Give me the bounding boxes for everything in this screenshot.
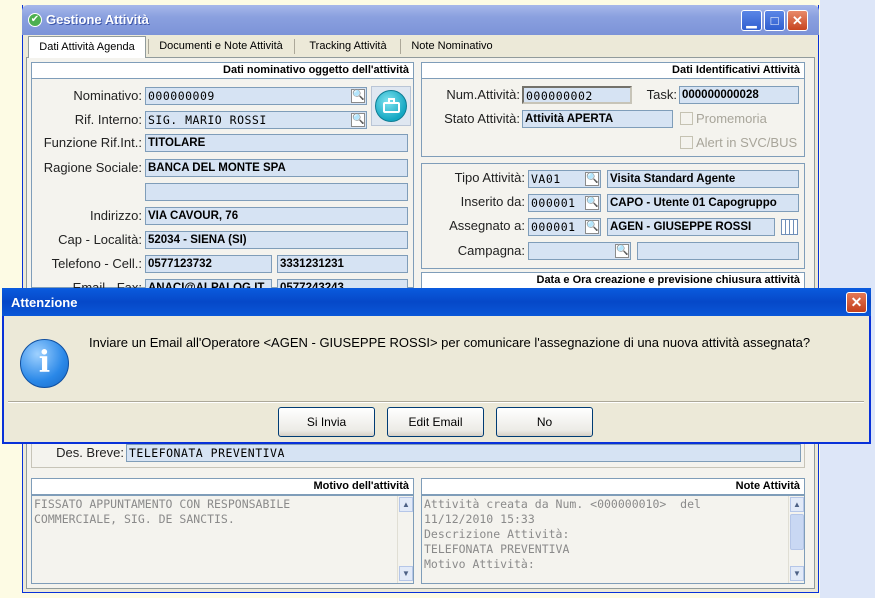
calendar-grid-icon[interactable] (781, 219, 798, 235)
assegnato-a-desc-field[interactable]: AGEN - GIUSEPPE ROSSI (607, 218, 775, 236)
note-header: Note Attività (422, 479, 804, 495)
nominativo-header: Dati nominativo oggetto dell'attività (32, 63, 413, 79)
info-icon: i (20, 339, 69, 388)
window-titlebar[interactable]: ✔ Gestione Attività ▁ □ ✕ (22, 5, 819, 35)
briefcase-icon (375, 90, 407, 122)
inserito-da-search-icon[interactable]: 🔍 (585, 196, 599, 210)
telefono-label: Telefono - Cell.: (51, 256, 142, 271)
note-textarea[interactable]: Attività creata da Num. <000000010> del … (421, 495, 805, 584)
dialog-message: Inviare un Email all'Operatore <AGEN - G… (89, 335, 811, 350)
dialog-separator (8, 401, 864, 403)
funzione-field[interactable]: TITOLARE (145, 134, 408, 152)
promemoria-checkbox[interactable] (680, 112, 693, 125)
note-scroll-up-icon[interactable]: ▲ (790, 497, 804, 512)
stato-attivita-label: Stato Attività: (444, 111, 520, 126)
tab-dati-attivita-agenda[interactable]: Dati Attività Agenda (28, 36, 146, 58)
funzione-label: Funzione Rif.Int.: (43, 135, 142, 150)
tab-tracking[interactable]: Tracking Attività (298, 36, 398, 58)
motivo-scroll-up-icon[interactable]: ▲ (399, 497, 413, 512)
motivo-header: Motivo dell'attività (32, 479, 413, 495)
stato-attivita-field[interactable]: Attività APERTA (522, 110, 673, 128)
ragione-sociale-field-2[interactable] (145, 183, 408, 201)
campagna-desc-field[interactable] (637, 242, 799, 260)
ragione-sociale-field[interactable]: BANCA DEL MONTE SPA (145, 159, 408, 177)
window-title: Gestione Attività (46, 12, 149, 27)
num-attivita-field[interactable]: 000000002 (522, 86, 632, 104)
app-icon: ✔ (28, 13, 42, 27)
motivo-textarea[interactable]: FISSATO APPUNTAMENTO CON RESPONSABILE CO… (31, 495, 414, 584)
note-scroll-down-icon[interactable]: ▼ (790, 566, 804, 581)
task-label: Task: (646, 87, 677, 102)
des-breve-field[interactable]: TELEFONATA PREVENTIVA (126, 444, 801, 462)
rif-interno-label: Rif. Interno: (74, 112, 142, 127)
num-attivita-label: Num.Attività: (446, 87, 520, 102)
close-button[interactable]: ✕ (787, 10, 808, 31)
rif-interno-search-icon[interactable]: 🔍 (351, 113, 365, 127)
nominativo-field[interactable]: 000000009 (145, 87, 367, 105)
dialog-title: Attenzione (11, 295, 78, 310)
cap-localita-field[interactable]: 52034 - SIENA (SI) (145, 231, 408, 249)
no-button[interactable]: No (496, 407, 593, 437)
motivo-scrollbar[interactable]: ▲ ▼ (397, 496, 413, 583)
edit-email-button[interactable]: Edit Email (387, 407, 484, 437)
si-invia-button[interactable]: Si Invia (278, 407, 375, 437)
data-ora-header: Data e Ora creazione e previsione chiusu… (422, 273, 804, 289)
minimize-button[interactable]: ▁ (741, 10, 762, 31)
motivo-scroll-down-icon[interactable]: ▼ (399, 566, 413, 581)
dialog-close-button[interactable]: ✕ (846, 292, 867, 313)
assegnato-a-label: Assegnato a: (449, 218, 525, 233)
alert-checkbox[interactable] (680, 136, 693, 149)
tipo-attivita-desc-field[interactable]: Visita Standard Agente (607, 170, 799, 188)
nominativo-search-icon[interactable]: 🔍 (351, 89, 365, 103)
campagna-label: Campagna: (457, 243, 525, 258)
briefcase-button[interactable] (371, 86, 411, 126)
tab-documenti-note[interactable]: Documenti e Note Attività (152, 36, 290, 58)
ragione-sociale-label: Ragione Sociale: (43, 160, 142, 175)
note-scrollbar[interactable]: ▲ ▼ (788, 496, 804, 583)
indirizzo-label: Indirizzo: (89, 208, 142, 223)
inserito-da-desc-field[interactable]: CAPO - Utente 01 Capogruppo (607, 194, 799, 212)
tab-note-nominativo[interactable]: Note Nominativo (404, 36, 500, 58)
alert-label: Alert in SVC/BUS (696, 135, 798, 150)
nominativo-label: Nominativo: (73, 88, 142, 103)
cap-localita-label: Cap - Località: (58, 232, 142, 247)
promemoria-label: Promemoria (696, 111, 767, 126)
note-scroll-thumb[interactable] (790, 514, 804, 550)
cellulare-field[interactable]: 3331231231 (277, 255, 408, 273)
indirizzo-field[interactable]: VIA CAVOUR, 76 (145, 207, 408, 225)
des-breve-label: Des. Breve: (56, 445, 124, 460)
tab-bar: Dati Attività Agenda Documenti e Note At… (26, 36, 815, 58)
maximize-button[interactable]: □ (764, 10, 785, 31)
tipo-attivita-label: Tipo Attività: (454, 170, 525, 185)
tipo-attivita-search-icon[interactable]: 🔍 (585, 172, 599, 186)
task-field[interactable]: 000000000028 (679, 86, 799, 104)
campagna-search-icon[interactable]: 🔍 (615, 244, 629, 258)
rif-interno-field[interactable]: SIG. MARIO ROSSI (145, 111, 367, 129)
identificativi-header: Dati Identificativi Attività (422, 63, 804, 79)
dialog-titlebar[interactable]: Attenzione (2, 288, 871, 316)
assegnato-a-search-icon[interactable]: 🔍 (585, 220, 599, 234)
telefono-field[interactable]: 0577123732 (145, 255, 272, 273)
inserito-da-label: Inserito da: (460, 194, 525, 209)
